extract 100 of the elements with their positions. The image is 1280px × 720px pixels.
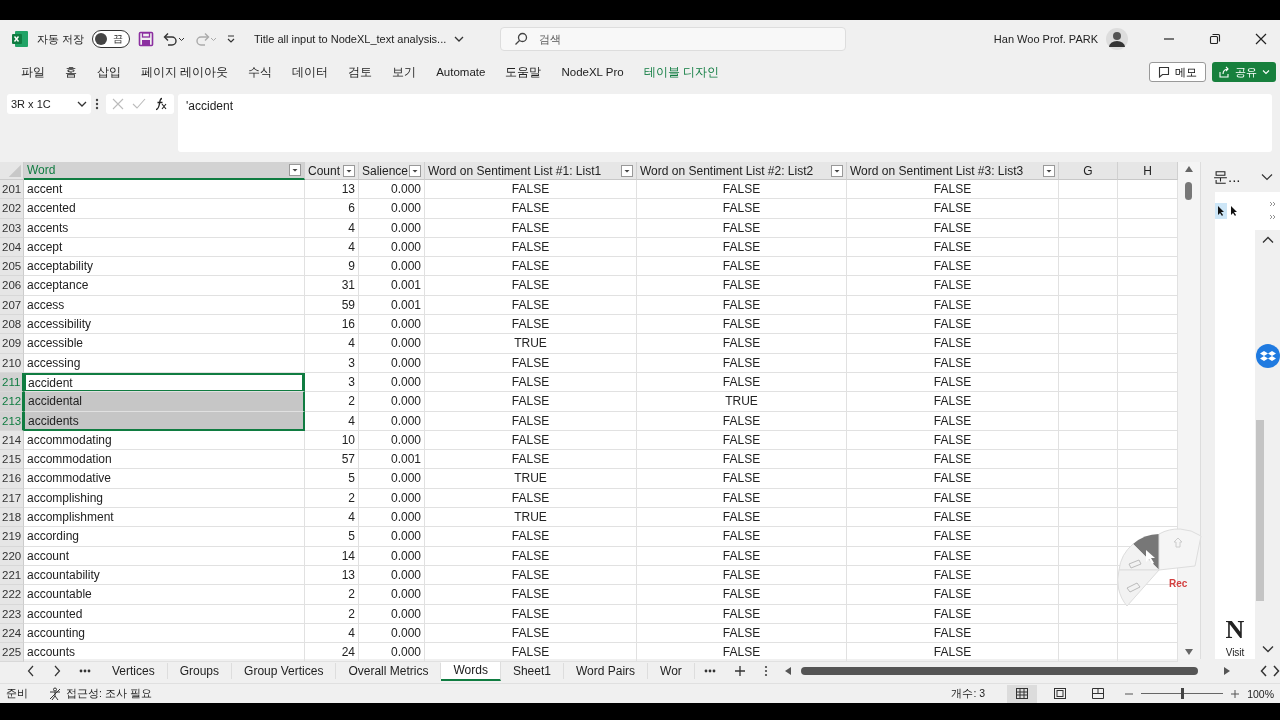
row-header[interactable]: 214 <box>0 430 24 451</box>
name-box[interactable]: 3R x 1C <box>7 94 91 114</box>
sheet-tab[interactable]: Groups <box>167 663 233 679</box>
expand-icon[interactable] <box>1269 201 1277 221</box>
scroll-right-icon[interactable] <box>1224 667 1230 675</box>
share-button[interactable]: 공유 <box>1212 62 1276 82</box>
document-title[interactable]: Title all input to NodeXL_text analysis... <box>254 33 465 45</box>
comments-button[interactable]: 메모 <box>1149 62 1206 82</box>
column-header[interactable]: Salience <box>359 162 425 180</box>
filter-dropdown-icon[interactable] <box>343 164 355 177</box>
filter-dropdown-icon[interactable] <box>289 164 301 176</box>
row-header[interactable]: 218 <box>0 508 24 528</box>
accessibility-icon[interactable] <box>48 686 62 701</box>
ribbon-tab[interactable]: 테이블 디자인 <box>636 64 726 80</box>
more-options-icon[interactable] <box>95 98 99 110</box>
row-header[interactable]: 207 <box>0 295 24 316</box>
row-header[interactable]: 201 <box>0 180 24 200</box>
search-field[interactable]: 검색 <box>500 27 847 51</box>
spreadsheet-logo-icon[interactable] <box>11 30 29 48</box>
undo-icon[interactable] <box>162 31 187 47</box>
row-header[interactable]: 222 <box>0 585 24 605</box>
row-header[interactable]: 209 <box>0 334 24 354</box>
ribbon-tab[interactable]: 검토 <box>341 64 380 80</box>
next-sheet-icon[interactable] <box>53 665 61 677</box>
insert-function-icon[interactable] <box>154 97 168 111</box>
row-header[interactable]: 211 <box>0 372 24 393</box>
column-header[interactable]: Word on Sentiment List #1: List1 <box>425 162 637 180</box>
zoom-slider-thumb[interactable] <box>1181 688 1185 699</box>
row-header[interactable]: 215 <box>0 450 24 470</box>
sheet-tab[interactable]: Words <box>441 661 501 681</box>
more-options-icon[interactable] <box>763 665 768 677</box>
row-header[interactable]: 223 <box>0 604 24 624</box>
row-header[interactable]: 220 <box>0 546 24 566</box>
ribbon-tab[interactable]: 홈 <box>58 64 84 80</box>
row-header[interactable]: 203 <box>0 218 24 238</box>
avatar-icon[interactable] <box>1106 28 1128 50</box>
row-header[interactable]: 216 <box>0 469 24 489</box>
column-header[interactable]: Count <box>305 162 359 180</box>
ribbon-tab[interactable]: Automate <box>429 66 493 78</box>
column-header[interactable]: Word on Sentiment List #3: List3 <box>847 162 1059 180</box>
autosave-toggle[interactable]: 끔 <box>92 30 131 48</box>
more-sheets-icon[interactable] <box>79 669 91 673</box>
restore-icon[interactable] <box>1209 33 1221 45</box>
row-header[interactable]: 212 <box>0 392 24 412</box>
ribbon-tab[interactable]: 삽입 <box>90 64 128 80</box>
ribbon-tab[interactable]: NodeXL Pro <box>554 66 631 78</box>
column-header[interactable]: Word <box>24 162 305 180</box>
row-header[interactable]: 224 <box>0 623 24 644</box>
pane-navigation-icon[interactable] <box>1260 665 1280 677</box>
scroll-up-icon[interactable] <box>1262 236 1274 244</box>
filter-dropdown-icon[interactable] <box>831 164 843 177</box>
row-header[interactable]: 219 <box>0 527 24 547</box>
zoom-in-icon[interactable] <box>1231 689 1240 698</box>
sheet-tab[interactable]: Word Pairs <box>563 663 649 679</box>
formula-field[interactable]: 'accident <box>178 94 1272 152</box>
ribbon-tab[interactable]: 수식 <box>241 64 280 80</box>
row-header[interactable]: 204 <box>0 237 24 258</box>
row-header[interactable]: 217 <box>0 488 24 509</box>
add-sheet-icon[interactable] <box>733 665 746 677</box>
sheet-tab[interactable]: Vertices <box>100 663 168 679</box>
row-header[interactable]: 210 <box>0 353 24 373</box>
row-header[interactable]: 213 <box>0 411 24 431</box>
scrollbar-thumb[interactable] <box>800 667 1198 675</box>
dropbox-icon[interactable] <box>1256 344 1280 368</box>
scroll-left-icon[interactable] <box>784 667 791 675</box>
row-header[interactable]: 206 <box>0 276 24 296</box>
scrollbar-thumb[interactable] <box>1185 182 1192 200</box>
sheet-tab[interactable]: Group Vertices <box>232 663 337 679</box>
scroll-down-icon[interactable] <box>1262 645 1274 653</box>
customize-caret-icon[interactable] <box>226 33 237 45</box>
visit-link[interactable]: Visit <box>1225 647 1245 659</box>
sheet-tab[interactable]: Wor <box>648 663 695 679</box>
column-header[interactable]: G <box>1059 162 1118 180</box>
filter-dropdown-icon[interactable] <box>621 164 633 177</box>
more-sheets-icon[interactable] <box>703 669 716 673</box>
column-header[interactable]: Word on Sentiment List #2: List2 <box>637 162 847 180</box>
close-icon[interactable] <box>1255 33 1267 45</box>
filter-dropdown-icon[interactable] <box>409 164 421 177</box>
sheet-tab[interactable]: Sheet1 <box>500 663 564 679</box>
scroll-down-icon[interactable] <box>1185 649 1193 655</box>
ribbon-tab[interactable]: 파일 <box>14 64 52 80</box>
user-name[interactable]: Han Woo Prof. PARK <box>993 33 1098 45</box>
save-icon[interactable] <box>138 31 155 47</box>
ribbon-tab[interactable]: 도움말 <box>498 64 549 80</box>
view-button[interactable] <box>1007 684 1038 703</box>
row-header[interactable]: 208 <box>0 315 24 335</box>
scroll-up-icon[interactable] <box>1185 166 1193 172</box>
row-header[interactable]: 202 <box>0 199 24 219</box>
chevron-down-icon[interactable] <box>1261 173 1273 181</box>
ribbon-tab[interactable]: 데이터 <box>285 64 336 80</box>
ribbon-tab[interactable]: 보기 <box>385 64 424 80</box>
scrollbar-thumb[interactable] <box>1256 420 1264 601</box>
enter-check-icon[interactable] <box>132 98 146 110</box>
accessibility-status[interactable]: 접근성: 조사 필요 <box>66 686 152 701</box>
column-header[interactable]: H <box>1118 162 1178 180</box>
previous-sheet-icon[interactable] <box>27 665 35 677</box>
ribbon-tab[interactable]: 페이지 레이아웃 <box>134 64 236 80</box>
record-label[interactable]: Rec <box>1169 578 1188 589</box>
row-header[interactable]: 225 <box>0 643 24 663</box>
filter-dropdown-icon[interactable] <box>1043 164 1055 177</box>
